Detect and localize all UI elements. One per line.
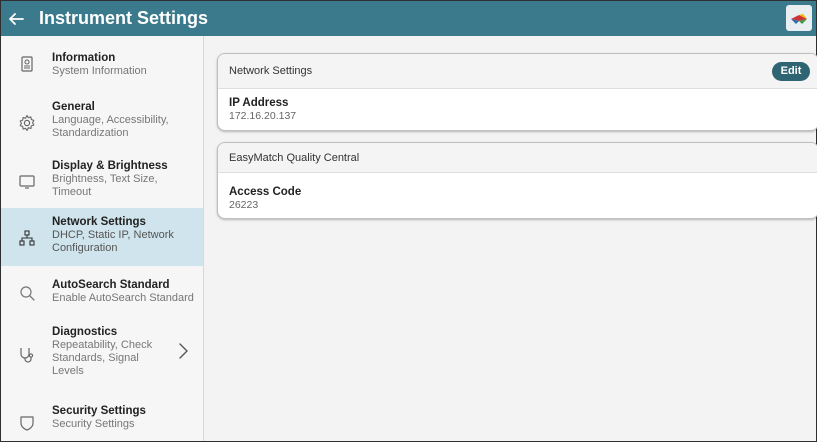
sidebar-item-general[interactable]: General Language, Accessibility, Standar… bbox=[1, 94, 203, 152]
sidebar-item-subtitle: DHCP, Static IP, Network Configuration bbox=[52, 229, 174, 254]
sidebar-item-title: Display & Brightness bbox=[52, 160, 168, 172]
gear-icon bbox=[18, 114, 36, 132]
settings-sidebar: Information System Information General L… bbox=[1, 36, 204, 441]
sidebar-item-diagnostics[interactable]: Diagnostics Repeatability, Check Standar… bbox=[1, 316, 203, 394]
sidebar-item-subtitle: Repeatability, Check Standards, Signal L… bbox=[52, 339, 153, 377]
main-content: Network Settings Edit IP Address 172.16.… bbox=[204, 36, 817, 441]
page-title: Instrument Settings bbox=[39, 8, 209, 28]
shield-icon bbox=[18, 414, 36, 432]
sidebar-item-title: AutoSearch Standard bbox=[52, 279, 170, 291]
arrow-left-icon bbox=[9, 12, 24, 25]
stethoscope-icon bbox=[18, 346, 36, 364]
sidebar-item-title: Information bbox=[52, 52, 116, 64]
sidebar-item-subtitle: Enable AutoSearch Standard bbox=[52, 292, 194, 304]
edit-button[interactable]: Edit bbox=[772, 62, 810, 81]
sidebar-item-subtitle: Security Settings bbox=[52, 418, 135, 430]
chevron-right-icon bbox=[179, 343, 188, 359]
card-header: EasyMatch Quality Central bbox=[218, 143, 817, 173]
card-title: EasyMatch Quality Central bbox=[229, 152, 360, 164]
sidebar-item-display-brightness[interactable]: Display & Brightness Brightness, Text Si… bbox=[1, 152, 203, 208]
sidebar-item-subtitle: Brightness, Text Size, Timeout bbox=[52, 173, 158, 198]
card-header: Network Settings Edit bbox=[218, 54, 817, 89]
field-label: IP Address bbox=[229, 97, 289, 109]
ip-address-field: IP Address 172.16.20.137 bbox=[218, 89, 817, 129]
sidebar-item-subtitle: System Information bbox=[52, 65, 147, 77]
sidebar-item-information[interactable]: Information System Information bbox=[1, 36, 203, 94]
top-app-bar: Instrument Settings bbox=[1, 1, 816, 36]
card-title: Network Settings bbox=[229, 65, 313, 77]
easymatch-card: EasyMatch Quality Central Access Code 26… bbox=[217, 142, 817, 219]
access-code-field: Access Code 26223 bbox=[218, 173, 817, 218]
search-icon bbox=[18, 284, 36, 302]
sidebar-item-title: Network Settings bbox=[52, 216, 146, 228]
sidebar-item-title: General bbox=[52, 101, 95, 113]
sidebar-item-autosearch-standard[interactable]: AutoSearch Standard Enable AutoSearch St… bbox=[1, 266, 203, 316]
app-logo-icon bbox=[786, 5, 812, 31]
network-icon bbox=[18, 229, 36, 247]
sidebar-item-subtitle: Language, Accessibility, Standardization bbox=[52, 114, 169, 139]
sidebar-item-security-settings[interactable]: Security Settings Security Settings bbox=[1, 394, 203, 441]
sidebar-item-network-settings[interactable]: Network Settings DHCP, Static IP, Networ… bbox=[1, 208, 203, 266]
monitor-icon bbox=[18, 173, 36, 191]
sidebar-item-title: Security Settings bbox=[52, 405, 146, 417]
network-settings-card: Network Settings Edit IP Address 172.16.… bbox=[217, 53, 817, 131]
badge-icon bbox=[18, 55, 36, 73]
field-label: Access Code bbox=[229, 186, 302, 198]
field-value: 26223 bbox=[229, 199, 259, 211]
back-button[interactable] bbox=[1, 1, 31, 36]
sidebar-item-title: Diagnostics bbox=[52, 326, 118, 338]
field-value: 172.16.20.137 bbox=[229, 110, 297, 122]
